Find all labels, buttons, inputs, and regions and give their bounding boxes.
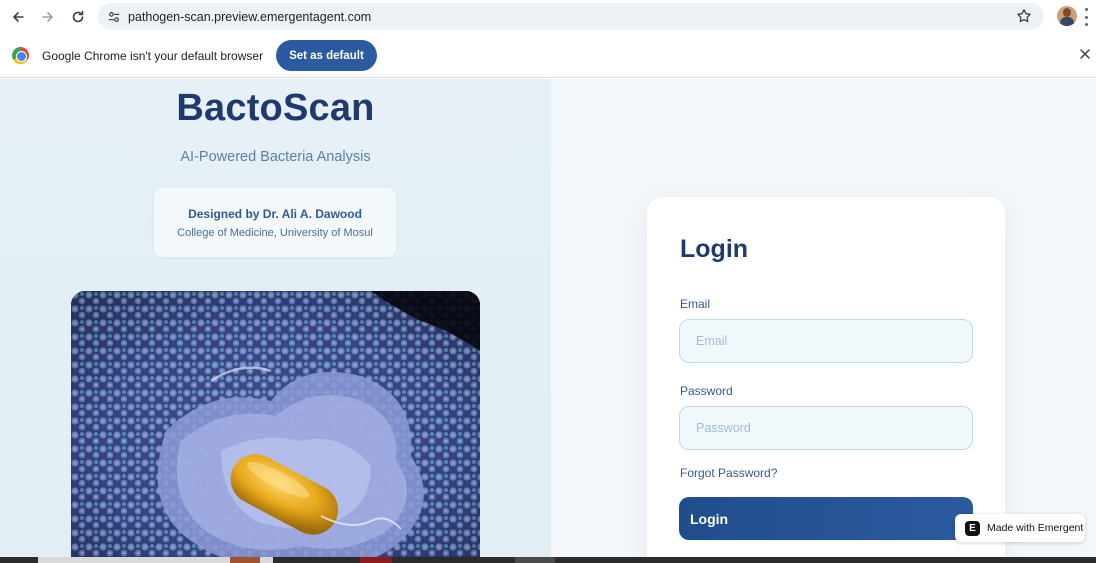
hero-panel: BactoScan AI-Powered Bacteria Analysis D… xyxy=(0,79,551,557)
login-button[interactable]: Login xyxy=(679,497,973,540)
password-field[interactable] xyxy=(679,406,973,450)
taskbar-strip xyxy=(0,557,1096,563)
chrome-logo-icon xyxy=(12,47,29,64)
arrow-left-icon xyxy=(13,12,24,22)
login-card: Login Email Password Forgot Password? Lo… xyxy=(647,197,1005,557)
forgot-password-link[interactable]: Forgot Password? xyxy=(680,466,777,480)
made-with-text: Made with Emergent xyxy=(987,522,1084,534)
default-browser-infobar: Google Chrome isn't your default browser… xyxy=(0,34,1096,78)
close-icon[interactable] xyxy=(1078,47,1092,61)
url-text[interactable]: pathogen-scan.preview.emergentagent.com xyxy=(128,10,371,24)
infobar-message: Google Chrome isn't your default browser xyxy=(42,48,264,63)
address-bar[interactable]: pathogen-scan.preview.emergentagent.com xyxy=(98,3,1044,30)
page-content: BactoScan AI-Powered Bacteria Analysis D… xyxy=(0,79,1096,557)
browser-toolbar: pathogen-scan.preview.emergentagent.com xyxy=(0,0,1096,34)
emergent-logo-icon: E xyxy=(965,520,980,536)
email-field[interactable] xyxy=(679,319,973,363)
reload-button[interactable] xyxy=(64,3,92,31)
set-as-default-button[interactable]: Set as default xyxy=(276,40,377,71)
designer-affiliation: College of Medicine, University of Mosul xyxy=(177,227,373,239)
brand-title: BactoScan xyxy=(176,87,375,129)
email-label: Email xyxy=(680,297,711,311)
password-label: Password xyxy=(680,384,733,398)
designer-name: Designed by Dr. Ali A. Dawood xyxy=(188,207,362,221)
arrow-right-icon xyxy=(42,12,53,22)
reload-icon xyxy=(72,10,84,23)
made-with-emergent-badge[interactable]: E Made with Emergent xyxy=(955,514,1085,542)
tune-icon[interactable] xyxy=(106,9,122,25)
bacteria-micrograph xyxy=(71,291,480,557)
designer-card: Designed by Dr. Ali A. Dawood College of… xyxy=(154,188,396,257)
back-button[interactable] xyxy=(4,3,32,31)
login-title: Login xyxy=(680,235,749,263)
forward-button[interactable] xyxy=(34,3,62,31)
tagline: AI-Powered Bacteria Analysis xyxy=(180,149,371,165)
kebab-icon[interactable] xyxy=(1083,8,1089,26)
avatar[interactable] xyxy=(1057,6,1077,26)
star-icon[interactable] xyxy=(1016,8,1032,24)
